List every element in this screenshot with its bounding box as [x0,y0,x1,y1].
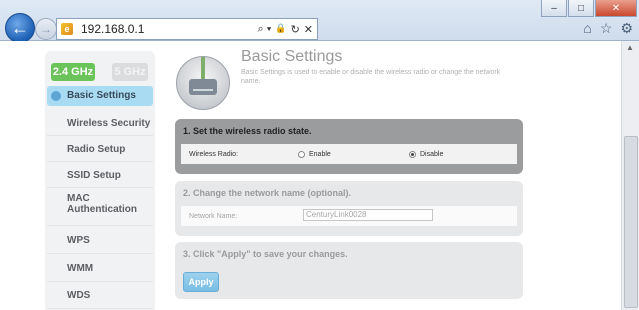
sidebar-item-label: MAC Authentication [67,193,137,215]
sidebar-item-label: WMM [67,263,94,274]
apply-button[interactable]: Apply [183,272,219,292]
back-arrow-icon: ← [11,17,29,38]
vertical-scrollbar[interactable]: ▲ [621,41,639,310]
gear-icon[interactable]: ⚙ [620,20,633,37]
refresh-icon[interactable]: ↻ [291,23,300,36]
minimize-button[interactable]: – [541,0,567,17]
sidebar-item-ssid-setup[interactable]: SSID Setup [47,163,153,188]
active-bullet-icon [51,91,61,101]
sidebar-item-label: Wireless Security [67,118,151,129]
disable-radio[interactable] [409,150,416,158]
home-icon[interactable]: ⌂ [583,20,591,37]
enable-label: Enable [309,150,331,158]
band-tab-2-4ghz[interactable]: 2.4 GHz [51,63,95,81]
sidebar-item-label: Basic Settings [67,90,136,101]
sidebar-item-basic-settings[interactable]: Basic Settings [47,86,153,106]
close-icon: ✕ [611,2,621,14]
address-bar[interactable]: e 192.168.0.1 ⌕ ▾ 🔒 ↻ ✕ [56,18,318,40]
page-title: Basic Settings [241,48,343,65]
search-dropdown-icon[interactable]: ⌕ ▾ [258,23,272,36]
forward-button[interactable]: → [35,18,57,40]
sidebar-item-mac-authentication[interactable]: MAC Authentication [47,190,153,226]
sidebar-item-wps[interactable]: WPS [47,227,153,254]
page-description: Basic Settings is used to enable or disa… [241,69,501,85]
disable-option[interactable]: Disable [409,150,444,158]
sidebar-item-wireless-security[interactable]: Wireless Security [47,111,153,136]
apply-panel: 3. Click "Apply" to save your changes. A… [175,242,523,299]
step3-heading: 3. Click "Apply" to save your changes. [183,249,348,259]
minimize-icon: – [551,2,557,14]
enable-radio[interactable] [298,150,305,158]
browser-toolbar: ← → e 192.168.0.1 ⌕ ▾ 🔒 ↻ ✕ – □ ✕ ⌂ ☆ ⚙ [0,0,639,43]
sidebar-item-label: Radio Setup [67,144,126,155]
scroll-up-arrow-icon[interactable]: ▲ [626,43,634,52]
maximize-button[interactable]: □ [568,0,594,17]
sidebar-item-label: SSID Setup [67,170,121,181]
band-tab-5ghz[interactable]: 5 GHz [112,63,148,81]
sidebar-item-label: WPS [67,235,90,246]
network-name-input[interactable]: CenturyLink0028 [303,209,433,221]
sidebar-item-wds[interactable]: WDS [47,283,153,309]
sidebar-item-label: WDS [67,290,91,301]
network-name-row: Network Name: CenturyLink0028 [181,206,517,226]
lock-icon[interactable]: 🔒 [275,23,286,36]
stop-icon[interactable]: ✕ [304,23,313,36]
sidebar-item-wmm[interactable]: WMM [47,255,153,282]
step2-heading: 2. Change the network name (optional). [183,188,352,198]
radio-state-panel: 1. Set the wireless radio state. Wireles… [175,119,523,174]
favorites-star-icon[interactable]: ☆ [600,20,613,37]
maximize-icon: □ [577,2,585,14]
close-window-button[interactable]: ✕ [595,0,637,17]
address-url[interactable]: 192.168.0.1 [81,22,258,36]
page-viewport: 2.4 GHz 5 GHz Basic Settings Wireless Se… [0,41,621,310]
sidebar-item-radio-setup[interactable]: Radio Setup [47,137,153,162]
enable-option[interactable]: Enable [298,150,331,158]
forward-arrow-icon: → [40,22,52,36]
network-name-panel: 2. Change the network name (optional). N… [175,181,523,236]
back-button[interactable]: ← [5,13,35,43]
disable-label: Disable [420,150,444,158]
wireless-radio-row: Wireless Radio: Enable Disable [181,144,517,164]
sidebar: 2.4 GHz 5 GHz Basic Settings Wireless Se… [45,51,155,310]
wireless-radio-label: Wireless Radio: [189,150,239,158]
step1-heading: 1. Set the wireless radio state. [183,126,312,136]
scroll-thumb[interactable] [624,136,638,308]
page-favicon-icon: e [61,23,73,35]
network-name-label: Network Name: [189,212,238,220]
router-icon [176,56,230,110]
